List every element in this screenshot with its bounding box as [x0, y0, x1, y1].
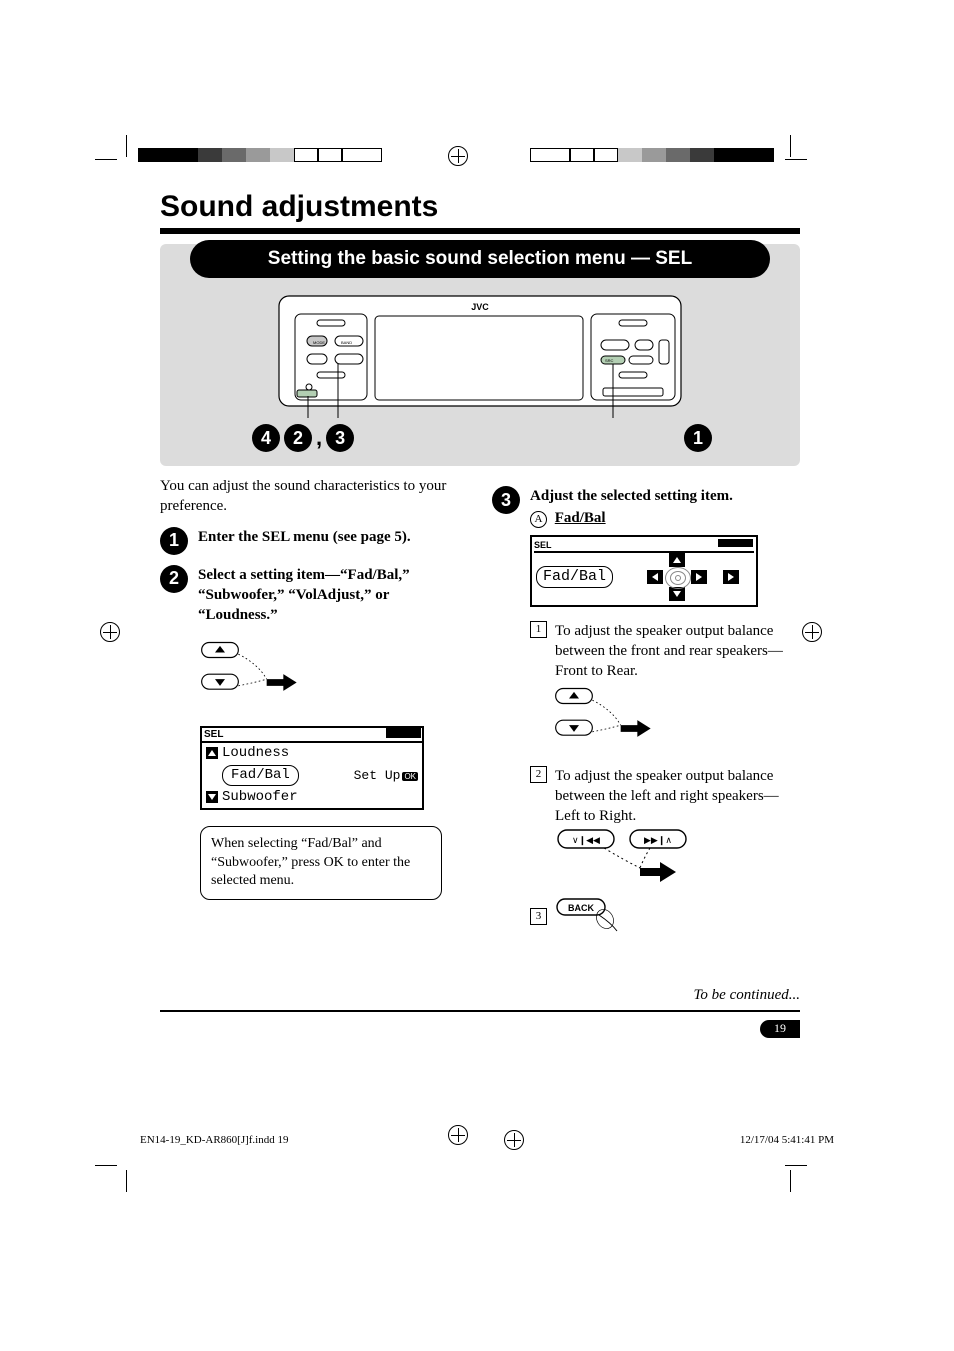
footer-file: EN14-19_KD-AR860[J]f.indd 19: [140, 1134, 288, 1146]
section-header: Setting the basic sound selection menu —…: [190, 240, 770, 278]
sel-menu-up: Loudness: [222, 744, 289, 763]
crop-mark: [790, 1170, 791, 1192]
sub-a-marker: A: [530, 511, 547, 528]
callout-3: 3: [326, 424, 354, 452]
back-button-illustration: BACK: [555, 897, 645, 937]
left-column: You can adjust the sound characteristics…: [160, 476, 468, 947]
crop-mark: [126, 135, 127, 157]
substep-2-marker: 2: [530, 766, 547, 783]
svg-text:SRC: SRC: [605, 358, 614, 363]
step-1-text: Enter the SEL menu (see page 5).: [198, 527, 468, 547]
prev-next-buttons-illustration: ∨❙◀◀ ▶▶❙∧: [554, 826, 734, 886]
intro-text: You can adjust the sound characteristics…: [160, 476, 468, 517]
up-down-buttons-illustration: [200, 635, 300, 705]
registration-target-icon: [100, 622, 120, 642]
step-1-marker: 1: [160, 527, 188, 555]
substep-2-text: To adjust the speaker output balance bet…: [555, 766, 800, 827]
note-box: When selecting “Fad/Bal” and “Subwoofer,…: [200, 826, 442, 901]
callout-2: 2: [284, 424, 312, 452]
sel-menu-dn: Subwoofer: [222, 788, 298, 807]
registration-target-icon: [802, 622, 822, 642]
crop-mark: [785, 1165, 807, 1166]
registration-target-icon: [504, 1130, 524, 1150]
sel-menu-screenshot: SEL Loudness Fad/Bal Set UpOK Subwoofer: [200, 726, 424, 810]
crop-mark: [126, 1170, 127, 1192]
footer-timestamp: 12/17/04 5:41:41 PM: [740, 1134, 834, 1146]
page-title: Sound adjustments: [160, 190, 800, 224]
svg-text:MODE: MODE: [313, 340, 325, 345]
device-callouts: 4 2 , 3 1: [160, 424, 800, 452]
dpad-left-icon: [647, 570, 663, 584]
joystick-header: SEL: [534, 539, 754, 553]
head-unit-illustration: JVC MODE: [275, 290, 685, 420]
step-2-text: Select a setting item—“Fad/Bal,” “Subwoo…: [198, 565, 468, 626]
dpad-center-icon: [665, 567, 691, 589]
sel-menu-header: SEL: [202, 728, 422, 744]
svg-text:BAND: BAND: [341, 340, 352, 345]
dpad-up-icon: [669, 553, 685, 567]
callout-4: 4: [252, 424, 280, 452]
crop-mark: [95, 159, 117, 160]
right-column: 3 Adjust the selected setting item. A Fa…: [492, 476, 800, 947]
down-arrow-icon: [206, 791, 218, 803]
footer-rule: 19: [160, 1010, 800, 1012]
callout-comma: ,: [316, 425, 322, 451]
sel-menu-setup: Set Up: [354, 768, 401, 783]
dpad-far-right-icon: [723, 570, 739, 584]
ok-badge: OK: [402, 772, 418, 781]
step-3-text: Adjust the selected setting item.: [530, 486, 800, 506]
title-underline: [160, 228, 800, 234]
step-3-marker: 3: [492, 486, 520, 514]
joystick-screenshot: SEL Fad/Bal: [530, 535, 758, 607]
dpad-down-icon: [669, 587, 685, 601]
svg-text:BACK: BACK: [568, 903, 594, 913]
callout-1: 1: [684, 424, 712, 452]
brand-label: JVC: [471, 302, 489, 312]
step-2-marker: 2: [160, 565, 188, 593]
svg-text:▶▶❙∧: ▶▶❙∧: [644, 835, 672, 846]
to-be-continued: To be continued...: [160, 987, 800, 1004]
dpad-right-icon: [691, 570, 707, 584]
joystick-label: Fad/Bal: [536, 566, 613, 588]
up-arrow-icon: [206, 747, 218, 759]
print-footer: EN14-19_KD-AR860[J]f.indd 19 12/17/04 5:…: [140, 1130, 834, 1150]
svg-text:∨❙◀◀: ∨❙◀◀: [572, 835, 600, 846]
substep-1-text: To adjust the speaker output balance bet…: [555, 621, 800, 682]
page-number-badge: 19: [760, 1020, 800, 1038]
up-down-buttons-illustration-2: [554, 681, 654, 751]
substep-3-marker: 3: [530, 908, 547, 925]
section-box: Setting the basic sound selection menu —…: [160, 244, 800, 466]
sub-a-label: Fad/Bal: [555, 510, 606, 526]
sel-menu-selected: Fad/Bal: [222, 765, 299, 786]
crop-mark: [95, 1165, 117, 1166]
substep-1-marker: 1: [530, 621, 547, 638]
